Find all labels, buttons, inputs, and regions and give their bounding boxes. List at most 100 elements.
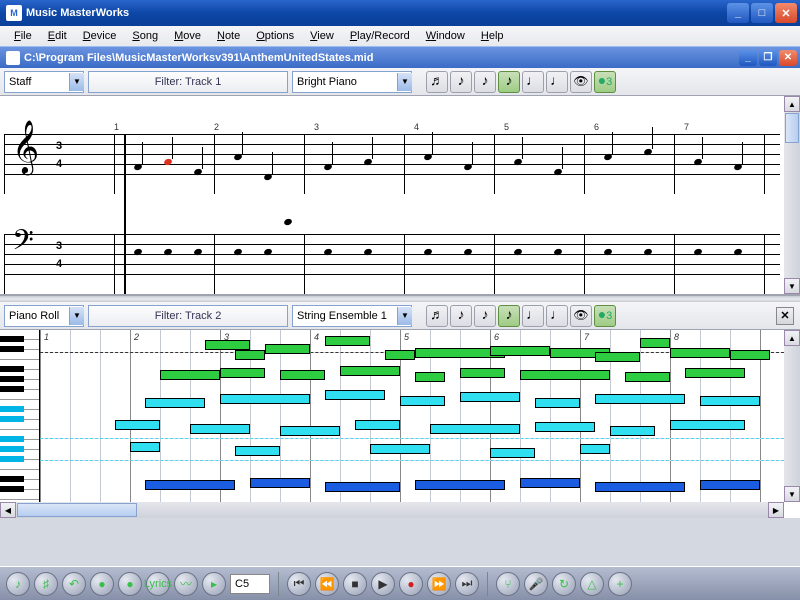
time-signature: 34 bbox=[56, 134, 62, 170]
maximize-button[interactable]: □ bbox=[751, 3, 773, 23]
scroll-down-button[interactable]: ▼ bbox=[784, 278, 800, 294]
metronome-button[interactable]: △ bbox=[580, 572, 604, 596]
roll-hscrollbar[interactable]: ◀▶ bbox=[0, 502, 784, 518]
doc-icon bbox=[6, 51, 20, 65]
half-note-button[interactable]: ♩ bbox=[522, 71, 544, 93]
play-small-button[interactable]: ▸ bbox=[202, 572, 226, 596]
roll-toolbar: Piano Roll▼ Filter: Track 2 String Ensem… bbox=[0, 302, 800, 330]
roll-filter-button[interactable]: Filter: Track 2 bbox=[88, 305, 288, 327]
scroll-up-button[interactable]: ▲ bbox=[784, 96, 800, 112]
menu-playrecord[interactable]: Play/Record bbox=[342, 28, 418, 44]
chevron-down-icon: ▼ bbox=[397, 73, 412, 91]
menu-device[interactable]: Device bbox=[75, 28, 125, 44]
rewind-button[interactable]: ⏪ bbox=[315, 572, 339, 596]
doc-close-button[interactable]: ✕ bbox=[779, 50, 797, 66]
eighth-note2-button[interactable]: ♪ bbox=[474, 71, 496, 93]
lyrics-button[interactable]: Lyrics bbox=[146, 572, 170, 596]
quarter-note-button[interactable]: ♪ bbox=[498, 71, 520, 93]
play-button[interactable]: ▶ bbox=[371, 572, 395, 596]
staff-vscrollbar[interactable]: ▲ ▼ bbox=[784, 96, 800, 294]
bass-clef-icon: 𝄢 bbox=[12, 228, 34, 262]
minimize-button[interactable]: _ bbox=[727, 3, 749, 23]
chevron-down-icon: ▼ bbox=[69, 307, 84, 325]
roll-grid[interactable]: 12345678 bbox=[40, 330, 784, 502]
roll-pane: Piano Roll▼ Filter: Track 2 String Ensem… bbox=[0, 302, 800, 518]
sharp-tool-button[interactable]: ♯ bbox=[34, 572, 58, 596]
document-titlebar: C:\Program Files\MusicMasterWorksv391\An… bbox=[0, 46, 800, 68]
eighth-note-button[interactable]: ♪ bbox=[450, 305, 472, 327]
view-toggle-button[interactable]: 👁 bbox=[570, 305, 592, 327]
rewind-start-button[interactable]: ⏮ bbox=[287, 572, 311, 596]
eighth-note2-button[interactable]: ♪ bbox=[474, 305, 496, 327]
measure-num: 1 bbox=[114, 122, 119, 132]
undo-button[interactable]: ↶ bbox=[62, 572, 86, 596]
roll-note-buttons: ♬ ♪ ♪ ♪ ♩ ♩ 👁 ●3 bbox=[426, 305, 616, 327]
time-signature: 34 bbox=[56, 234, 62, 270]
staff-note-buttons: ♬ ♪ ♪ ♪ ♩ ♩ 👁 ●3 bbox=[426, 71, 616, 93]
measure-num: 3 bbox=[314, 122, 319, 132]
doc-minimize-button[interactable]: _ bbox=[739, 50, 757, 66]
mic-button[interactable]: 🎤 bbox=[524, 572, 548, 596]
tool2-button[interactable]: ● bbox=[118, 572, 142, 596]
tuning-fork-button[interactable]: ⑂ bbox=[496, 572, 520, 596]
quarter-note-button[interactable]: ♪ bbox=[498, 305, 520, 327]
roll-area[interactable]: 12345678 ▲▼ ◀▶ bbox=[0, 330, 800, 518]
wave-button[interactable]: 〰 bbox=[174, 572, 198, 596]
record-button[interactable]: ● bbox=[399, 572, 423, 596]
forward-end-button[interactable]: ⏭ bbox=[455, 572, 479, 596]
transport-bar: ♪ ♯ ↶ ● ● Lyrics 〰 ▸ C5 ⏮ ⏪ ■ ▶ ● ⏩ ⏭ ⑂ … bbox=[0, 566, 800, 600]
menu-file[interactable]: File bbox=[6, 28, 40, 44]
doc-restore-button[interactable]: ❐ bbox=[759, 50, 777, 66]
staff-area[interactable]: 𝄞 34 1 2 3 4 5 6 7 bbox=[0, 96, 800, 296]
menu-help[interactable]: Help bbox=[473, 28, 512, 44]
loop-button[interactable]: ↻ bbox=[552, 572, 576, 596]
staff-instrument-select[interactable]: Bright Piano▼ bbox=[292, 71, 412, 93]
eighth-note-button[interactable]: ♪ bbox=[450, 71, 472, 93]
measure-num: 7 bbox=[684, 122, 689, 132]
measure-num: 6 bbox=[594, 122, 599, 132]
menu-song[interactable]: Song bbox=[124, 28, 166, 44]
window-title: Music MasterWorks bbox=[26, 7, 727, 19]
menu-edit[interactable]: Edit bbox=[40, 28, 75, 44]
menu-view[interactable]: View bbox=[302, 28, 342, 44]
triplet-button[interactable]: ●3 bbox=[594, 305, 616, 327]
note-tool-button[interactable]: ♪ bbox=[6, 572, 30, 596]
measure-num: 4 bbox=[414, 122, 419, 132]
triplet-button[interactable]: ●3 bbox=[594, 71, 616, 93]
treble-clef-icon: 𝄞 bbox=[12, 124, 39, 170]
menu-window[interactable]: Window bbox=[418, 28, 473, 44]
menu-move[interactable]: Move bbox=[166, 28, 209, 44]
measure-num: 5 bbox=[504, 122, 509, 132]
forward-button[interactable]: ⏩ bbox=[427, 572, 451, 596]
menu-options[interactable]: Options bbox=[248, 28, 302, 44]
sixteenth-note-button[interactable]: ♬ bbox=[426, 71, 448, 93]
add-button[interactable]: + bbox=[608, 572, 632, 596]
menubar: File Edit Device Song Move Note Options … bbox=[0, 26, 800, 46]
roll-view-select[interactable]: Piano Roll▼ bbox=[4, 305, 84, 327]
staff-pane: Staff▼ Filter: Track 1 Bright Piano▼ ♬ ♪… bbox=[0, 68, 800, 296]
stop-button[interactable]: ■ bbox=[343, 572, 367, 596]
staff-toolbar: Staff▼ Filter: Track 1 Bright Piano▼ ♬ ♪… bbox=[0, 68, 800, 96]
staff-filter-button[interactable]: Filter: Track 1 bbox=[88, 71, 288, 93]
measure-num: 2 bbox=[214, 122, 219, 132]
menu-note[interactable]: Note bbox=[209, 28, 248, 44]
piano-keyboard[interactable] bbox=[0, 330, 40, 502]
pitch-display[interactable]: C5 bbox=[230, 574, 270, 594]
titlebar: M Music MasterWorks _ □ ✕ bbox=[0, 0, 800, 26]
pane-close-button[interactable]: ✕ bbox=[776, 307, 794, 325]
whole-note-button[interactable]: ♩ bbox=[546, 305, 568, 327]
half-note-button[interactable]: ♩ bbox=[522, 305, 544, 327]
roll-vscrollbar[interactable]: ▲▼ bbox=[784, 330, 800, 502]
doc-title: C:\Program Files\MusicMasterWorksv391\An… bbox=[24, 52, 739, 64]
whole-note-button[interactable]: ♩ bbox=[546, 71, 568, 93]
app-icon: M bbox=[6, 5, 22, 21]
chevron-down-icon: ▼ bbox=[69, 73, 84, 91]
chevron-down-icon: ▼ bbox=[397, 307, 412, 325]
sixteenth-note-button[interactable]: ♬ bbox=[426, 305, 448, 327]
close-button[interactable]: ✕ bbox=[775, 3, 797, 23]
roll-instrument-select[interactable]: String Ensemble 1▼ bbox=[292, 305, 412, 327]
view-toggle-button[interactable]: 👁 bbox=[570, 71, 592, 93]
staff-view-select[interactable]: Staff▼ bbox=[4, 71, 84, 93]
tool-button[interactable]: ● bbox=[90, 572, 114, 596]
scroll-thumb[interactable] bbox=[785, 113, 799, 143]
